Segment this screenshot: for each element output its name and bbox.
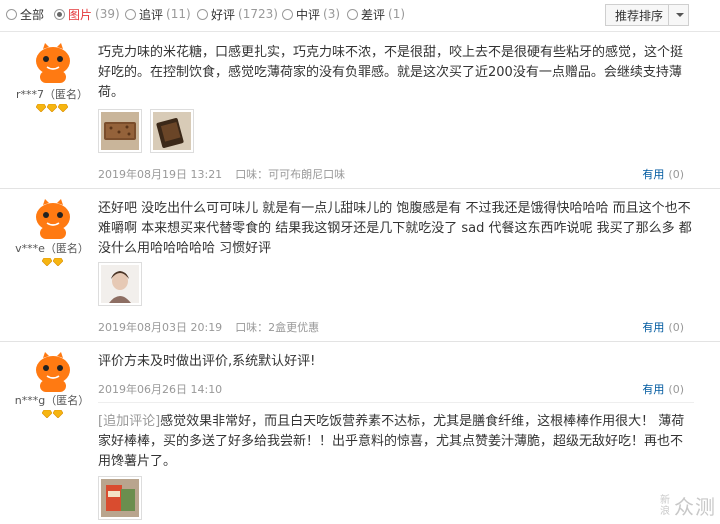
filter-label: 中评 <box>296 7 321 22</box>
diamond-icon <box>41 258 52 266</box>
snack-bar-image <box>101 112 139 150</box>
review-text: 巧克力味的米花糖，口感更扎实，巧克力味不浓，不是很甜，咬上去不是很硬有些粘牙的感… <box>98 45 684 100</box>
review-images <box>98 476 142 520</box>
review-image[interactable] <box>98 476 142 520</box>
snack-bar-image <box>153 112 191 150</box>
radio-icon[interactable] <box>347 8 358 20</box>
review-image[interactable] <box>150 109 194 153</box>
review-text: 评价方未及时做出评价,系统默认好评! <box>98 354 316 369</box>
avatar-icon <box>36 199 70 239</box>
append-text: 感觉效果非常好，而且白天吃饭营养素不达标，尤其是膳食纤维，这根棒棒作用很大！ 薄… <box>98 414 685 469</box>
diamond-icon <box>52 258 63 266</box>
radio-icon[interactable] <box>197 8 208 20</box>
review-date: 2019年06月26日 14:10 <box>98 383 223 396</box>
watermark-char: 浪 <box>660 505 670 517</box>
useful-button[interactable]: 有用 (0) <box>642 166 684 182</box>
filter-positive[interactable]: 好评 (1723) <box>197 5 278 23</box>
user-name: n***g（匿名） <box>14 394 90 407</box>
filter-label: 差评 <box>361 7 386 22</box>
chevron-down-icon[interactable] <box>667 5 688 25</box>
watermark: 新 浪 众测 <box>660 491 716 520</box>
diamond-icon <box>52 410 63 418</box>
review-spec: 口味：可可布朗尼口味 <box>235 168 346 181</box>
portrait-image <box>101 265 139 303</box>
review-date: 2019年08月19日 13:21 <box>98 168 223 181</box>
diamond-icon <box>36 104 46 112</box>
sort-dropdown[interactable]: 推荐排序 <box>605 4 689 26</box>
review-item: r***7（匿名） 巧克力味的米花糖，口感更扎实，巧克力味不浓，不是很甜，咬上去… <box>0 33 720 188</box>
radio-icon[interactable] <box>282 8 293 20</box>
radio-icon[interactable] <box>125 8 136 20</box>
useful-button[interactable]: 有用 (0) <box>642 319 684 335</box>
filter-count: (1) <box>388 7 406 21</box>
review-text: 还好吧 没吃出什么可可味儿 就是有一点儿甜味儿的 饱腹感是有 不过我还是饿得快哈… <box>98 201 692 256</box>
watermark-char: 新 <box>660 494 670 506</box>
filter-count: (39) <box>95 7 120 21</box>
review-item: n***g（匿名） 评价方未及时做出评价,系统默认好评! 2019年06月26日… <box>0 342 720 524</box>
review-meta: 2019年06月26日 14:10 <box>98 381 222 397</box>
radio-icon[interactable] <box>6 8 17 20</box>
user-level <box>0 104 104 112</box>
filter-pictures[interactable]: 图片 (39) <box>54 5 120 23</box>
sort-label: 推荐排序 <box>615 8 664 23</box>
useful-count: (0) <box>668 321 684 334</box>
diamond-icon <box>47 104 57 112</box>
useful-count: (0) <box>668 168 684 181</box>
user-name: r***7（匿名） <box>15 88 89 101</box>
watermark-text: 众测 <box>674 495 716 519</box>
filter-append[interactable]: 追评 (11) <box>125 5 191 23</box>
review-meta: 2019年08月19日 13:21 口味：可可布朗尼口味 <box>98 166 345 182</box>
review-image[interactable] <box>98 262 142 306</box>
useful-label[interactable]: 有用 <box>642 321 664 334</box>
review-images <box>98 262 142 306</box>
filter-count: (1723) <box>238 7 278 21</box>
filter-label: 全部 <box>20 7 45 22</box>
filter-count: (11) <box>166 7 191 21</box>
useful-label[interactable]: 有用 <box>642 168 664 181</box>
watermark-logo: 新 浪 <box>660 495 670 517</box>
useful-button[interactable]: 有用 (0) <box>642 381 684 397</box>
filter-label: 追评 <box>139 7 164 22</box>
filter-negative[interactable]: 差评 (1) <box>347 5 405 23</box>
append-review: [追加评论]感觉效果非常好，而且白天吃饭营养素不达标，尤其是膳食纤维，这根棒棒作… <box>98 412 694 472</box>
diamond-icon <box>58 104 68 112</box>
useful-label[interactable]: 有用 <box>642 383 664 396</box>
append-tag: [追加评论] <box>98 414 161 429</box>
radio-checked-icon[interactable] <box>54 8 65 20</box>
user-level <box>0 410 104 418</box>
user-name: v***e（匿名） <box>15 242 89 255</box>
filter-all[interactable]: 全部 <box>6 5 44 23</box>
review-images <box>98 109 194 153</box>
filter-count: (3) <box>323 7 341 21</box>
useful-count: (0) <box>668 383 684 396</box>
diamond-icon <box>41 410 52 418</box>
snack-package-image <box>101 479 139 517</box>
avatar-icon <box>36 352 70 392</box>
append-divider <box>98 402 694 403</box>
review-item: v***e（匿名） 还好吧 没吃出什么可可味儿 就是有一点儿甜味儿的 饱腹感是有… <box>0 189 720 341</box>
avatar-icon <box>36 43 70 83</box>
review-date: 2019年08月03日 20:19 <box>98 321 223 334</box>
filter-label: 好评 <box>211 7 236 22</box>
filter-label: 图片 <box>68 7 93 22</box>
review-meta: 2019年08月03日 20:19 口味：2盒更优惠 <box>98 319 319 335</box>
user-level <box>0 258 104 266</box>
review-image[interactable] <box>98 109 142 153</box>
filter-neutral[interactable]: 中评 (3) <box>282 5 340 23</box>
filter-bar: 全部 图片 (39) 追评 (11) 好评 (1723) 中评 (3) 差评 (… <box>0 0 720 32</box>
review-spec: 口味：2盒更优惠 <box>235 321 320 334</box>
